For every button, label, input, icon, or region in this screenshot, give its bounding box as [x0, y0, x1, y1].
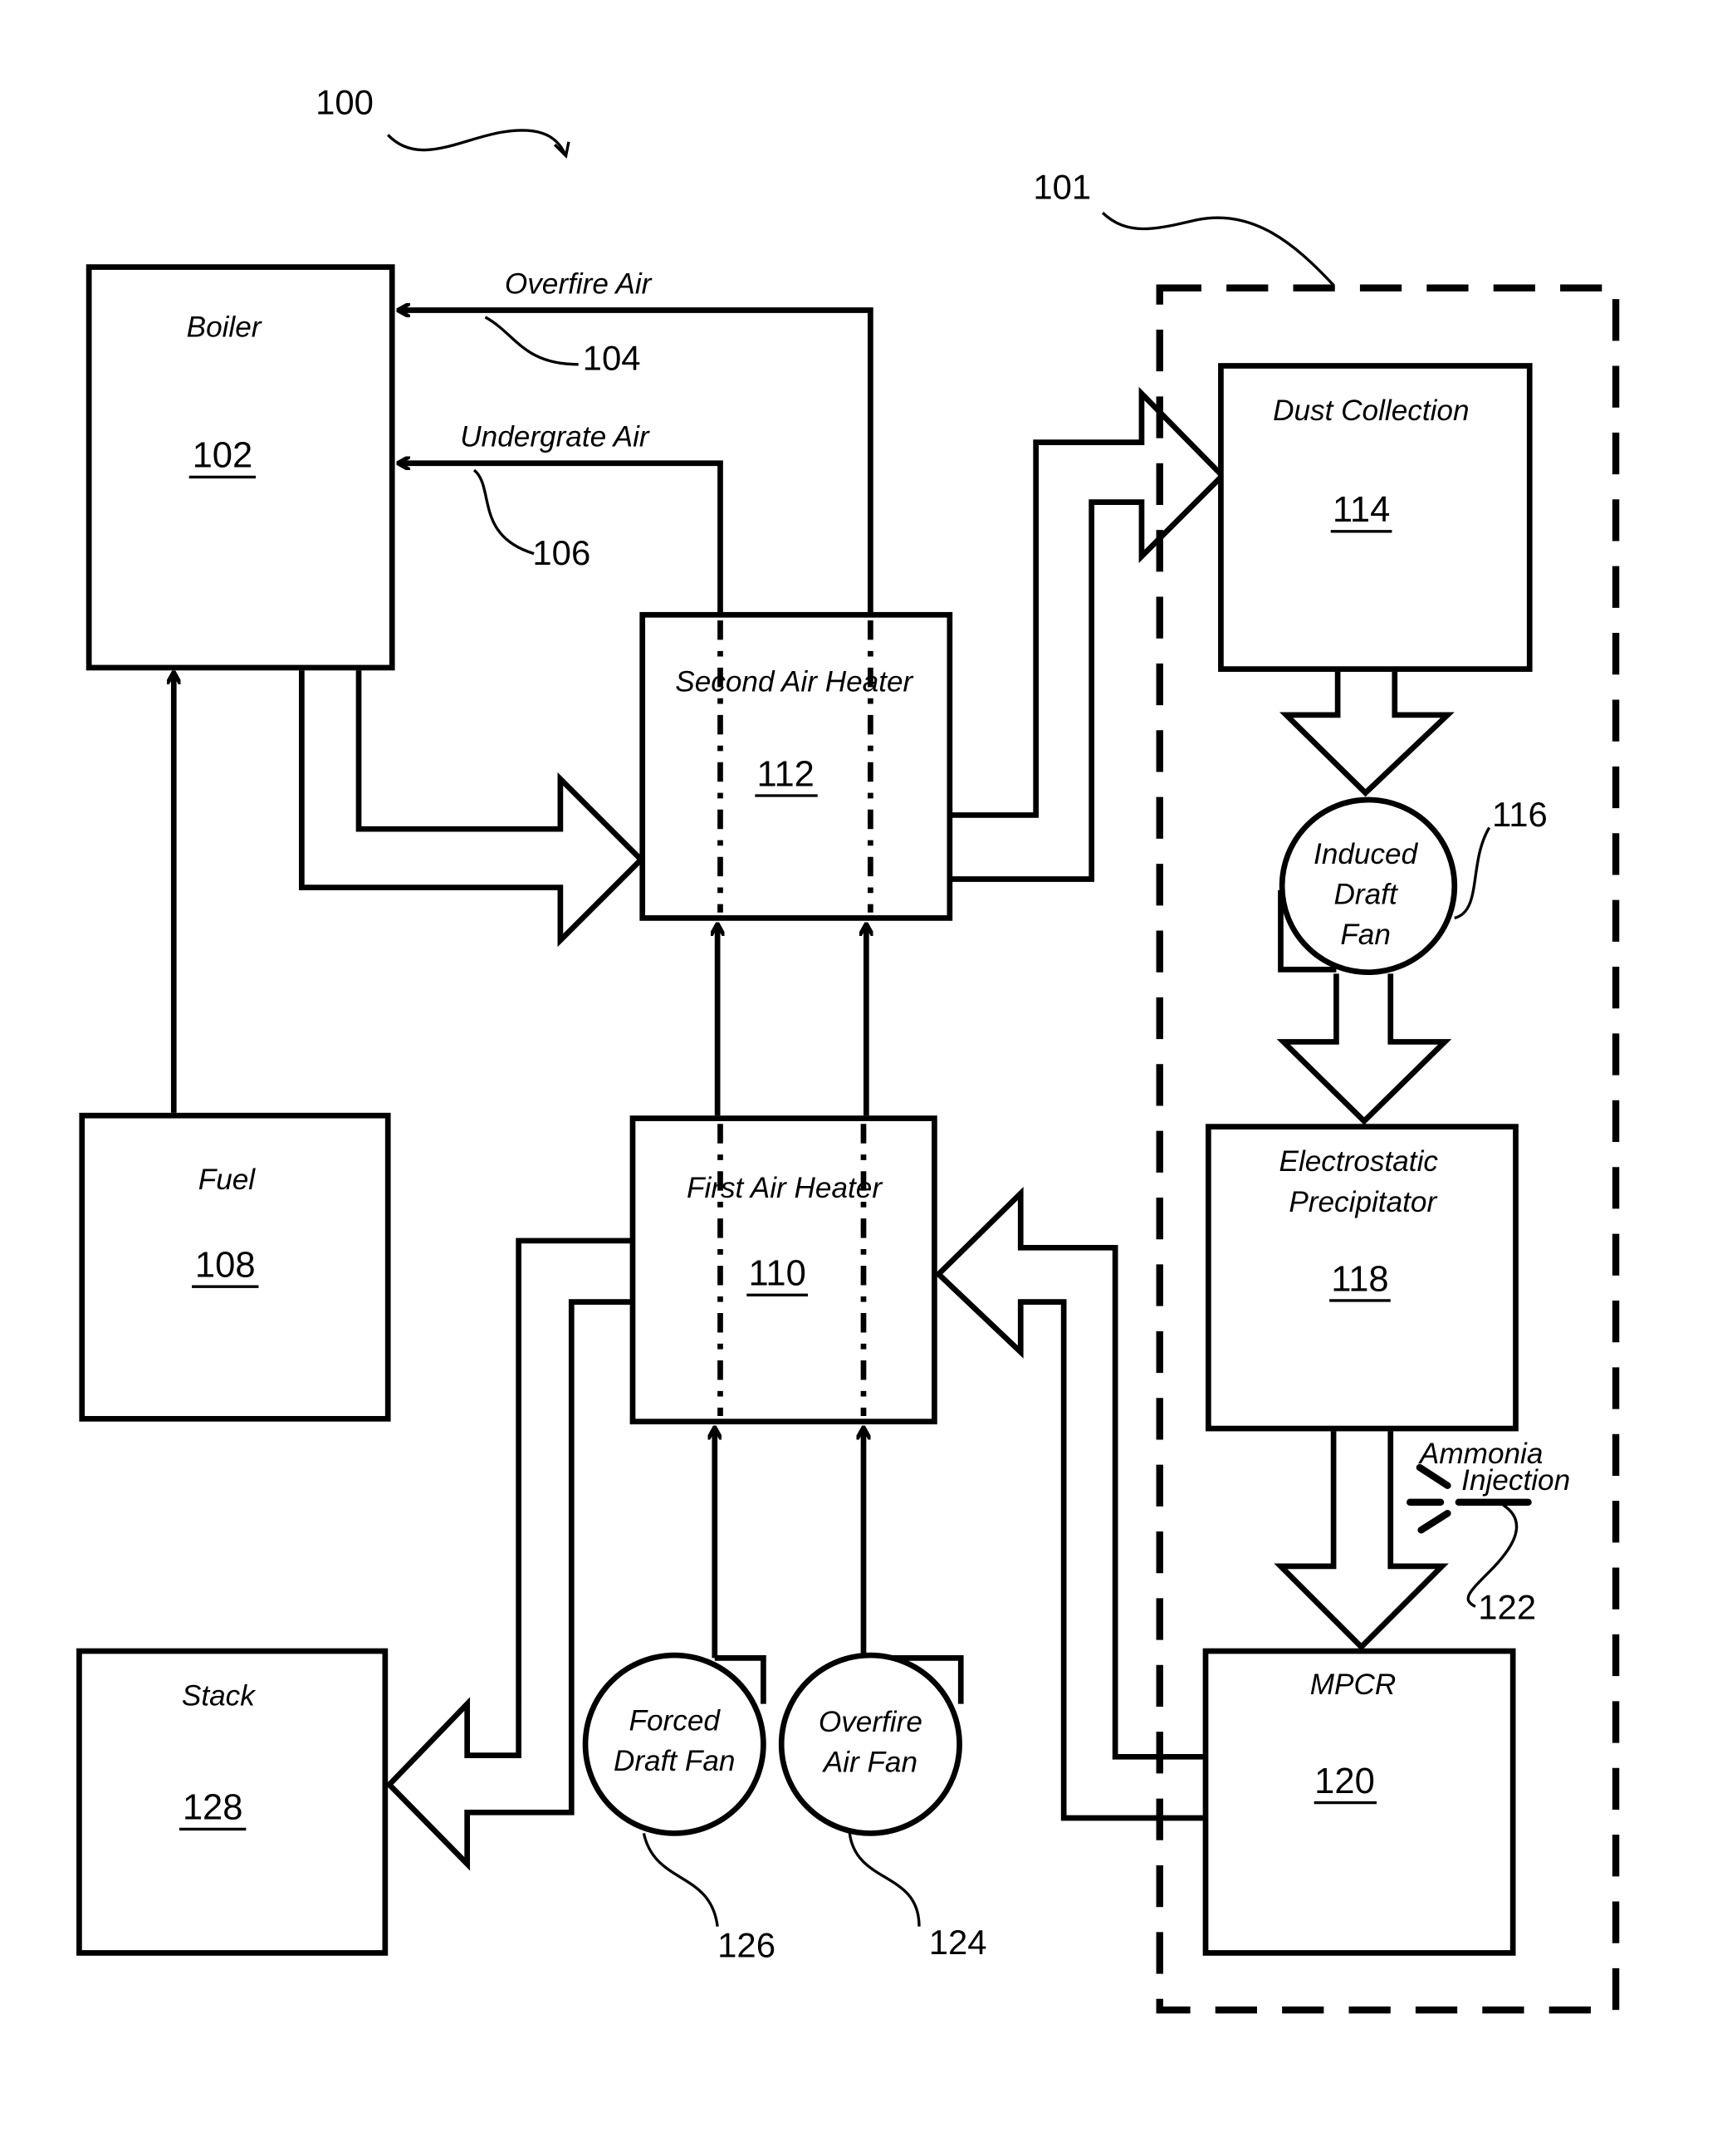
leader-100	[386, 129, 570, 159]
undergrate-air-label: Undergrate Air	[460, 421, 650, 453]
ref-122: 122	[1478, 1588, 1536, 1627]
induced-draft-fan[interactable]: Induced Draft Fan	[1278, 796, 1458, 976]
first-air-heater-label: First Air Heater	[687, 1172, 883, 1204]
ref-106: 106	[532, 533, 590, 572]
fuel-label: Fuel	[198, 1164, 257, 1196]
induced-fan-label-3: Fan	[1340, 919, 1391, 951]
dust-collection-number: 114	[1333, 490, 1390, 530]
forced-fan-label-2: Draft Fan	[614, 1745, 736, 1777]
forced-fan-label-1: Forced	[629, 1704, 722, 1737]
induced-fan-label-1: Induced	[1314, 838, 1419, 870]
second-air-heater-number: 112	[757, 754, 815, 794]
ref-116: 116	[1492, 795, 1548, 834]
ref-126: 126	[717, 1925, 775, 1964]
flue-gas-arrow-esp-to-mpcr	[1274, 1431, 1449, 1651]
overfire-fan-label-2: Air Fan	[822, 1747, 917, 1779]
flue-gas-arrow-dust-to-idfan	[1279, 671, 1455, 797]
fuel-number: 108	[195, 1246, 256, 1286]
overfire-air-fan[interactable]: Overfire Air Fan	[778, 1652, 964, 1836]
mpcr-label: MPCR	[1310, 1668, 1397, 1701]
mpcr-number: 120	[1314, 1762, 1375, 1801]
overfire-air-label: Overfire Air	[505, 267, 653, 300]
leader-104	[484, 316, 579, 366]
stack-label: Stack	[182, 1679, 257, 1712]
leader-126	[642, 1833, 719, 1927]
flue-gas-arrow-sah-to-dust	[949, 386, 1226, 882]
overfire-fan-label-1: Overfire	[819, 1706, 922, 1738]
leader-101	[1101, 212, 1335, 287]
boiler-label: Boiler	[187, 311, 262, 343]
dust-collection-label: Dust Collection	[1273, 394, 1469, 427]
esp-label-2: Precipitator	[1289, 1186, 1437, 1218]
boiler-number: 102	[193, 436, 253, 476]
flue-gas-arrow-mpcr-to-fah	[934, 1187, 1206, 1821]
ammonia-label-2: Injection	[1461, 1464, 1570, 1497]
ref-104: 104	[583, 339, 641, 378]
leader-106	[472, 468, 535, 556]
esp-label-1: Electrostatic	[1279, 1145, 1439, 1178]
leader-124	[848, 1833, 921, 1927]
flow-diagram: 100 101 Boiler 102 Fuel 108 Stack 128 Ov…	[76, 82, 1620, 2014]
forced-draft-fan[interactable]: Forced Draft Fan	[582, 1652, 766, 1836]
leader-116	[1454, 826, 1491, 920]
ref-124: 124	[929, 1923, 987, 1962]
flue-gas-arrow-idfan-to-esp	[1276, 973, 1452, 1125]
esp-number: 118	[1331, 1259, 1388, 1299]
stack-number: 128	[183, 1788, 243, 1828]
ammonia-injection: Ammonia Injection	[1407, 1438, 1570, 1534]
second-air-heater-label: Second Air Heater	[675, 665, 913, 698]
flue-gas-arrow-boiler-to-sah	[299, 670, 645, 948]
ref-101: 101	[1033, 168, 1091, 207]
ref-100: 100	[316, 82, 374, 121]
induced-fan-label-2: Draft	[1334, 879, 1398, 911]
first-air-heater-number: 110	[748, 1254, 805, 1294]
